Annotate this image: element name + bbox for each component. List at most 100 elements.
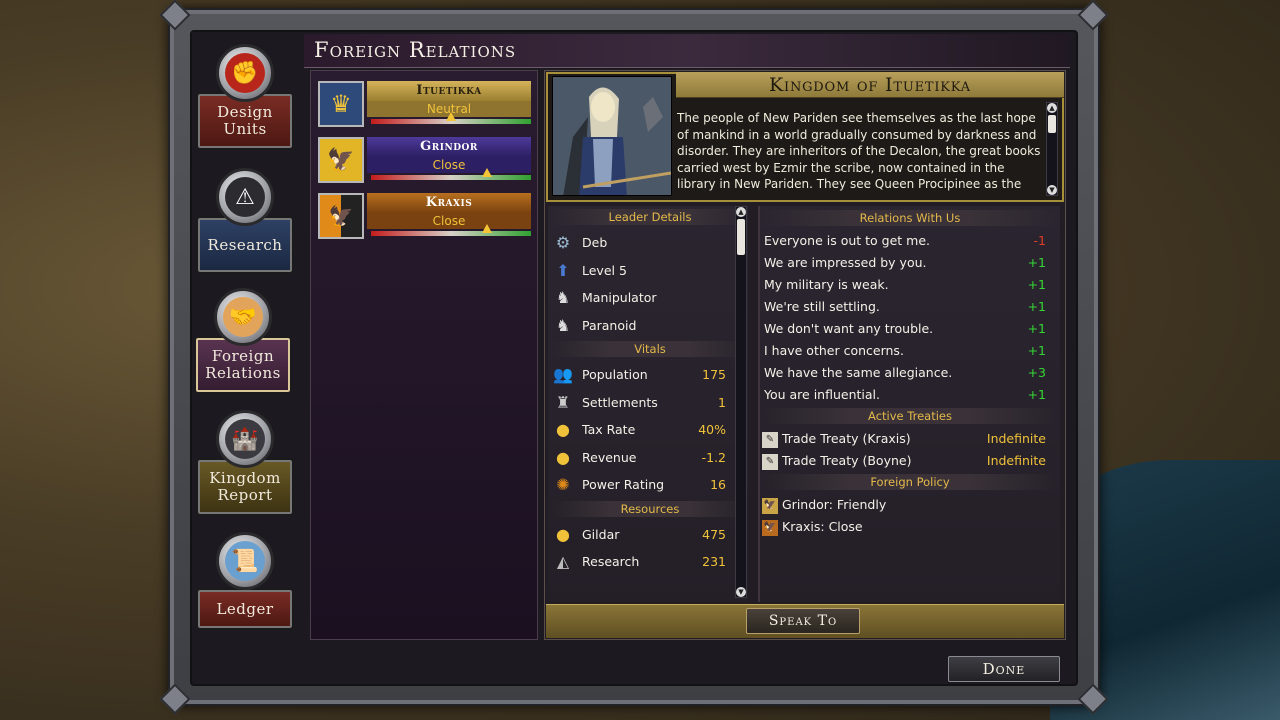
treaty-label: Trade Treaty (Kraxis) xyxy=(782,431,911,446)
trait-label: Paranoid xyxy=(582,318,637,333)
crown-icon: ♛ xyxy=(318,81,364,127)
leader-icon: ⚙ xyxy=(555,233,571,252)
kingdom-description: The people of New Pariden see themselves… xyxy=(677,111,1041,194)
relation-label: You are influential. xyxy=(764,387,880,402)
relation-bar xyxy=(371,224,531,236)
relation-value: +1 xyxy=(1027,255,1046,270)
relation-label: We're still settling. xyxy=(764,299,880,314)
scroll-up-icon[interactable]: ▲ xyxy=(1047,103,1057,113)
relation-bar xyxy=(371,168,531,180)
relation-label: Everyone is out to get me. xyxy=(764,233,931,248)
trait-icon: ♞ xyxy=(555,316,571,335)
relation-label: I have other concerns. xyxy=(764,343,904,358)
policy-row: 🦅 Grindor: Friendly xyxy=(762,494,1046,516)
nav-label: Design xyxy=(217,103,273,121)
kingdom-name: Kraxis xyxy=(367,193,531,213)
scroll-thumb[interactable] xyxy=(1048,115,1056,133)
trait-row: ♞ Manipulator xyxy=(552,286,728,310)
level-icon: ⬆ xyxy=(556,261,570,280)
treaty-row[interactable]: ✎ Trade Treaty (Boyne) Indefinite xyxy=(762,450,1046,472)
bird-icon: 🦅 xyxy=(318,137,364,183)
kingdom-entry-kraxis[interactable]: 🦅 Kraxis Close xyxy=(315,189,535,241)
kingdom-entry-ituetikka[interactable]: ♛ Ituetikka Neutral xyxy=(315,77,535,129)
castle-icon: 🏰 xyxy=(216,410,274,468)
nav-kingdom-report[interactable]: 🏰 Kingdom Report xyxy=(192,410,300,530)
policy-label: Grindor: Friendly xyxy=(782,497,887,512)
bird-icon: 🦅 xyxy=(318,193,364,239)
title-bar: Foreign Relations xyxy=(304,34,1070,68)
relation-marker xyxy=(482,168,492,177)
population-icon: 👥 xyxy=(553,365,573,384)
vital-value: 16 xyxy=(710,477,726,492)
resource-value: 231 xyxy=(702,554,726,569)
sun-icon: ✺ xyxy=(556,475,570,494)
relation-row: I have other concerns. +1 xyxy=(764,340,1046,362)
nav-label: Ledger xyxy=(216,599,274,618)
vitals-header: Vitals xyxy=(552,341,748,357)
vital-row: ♜ Settlements 1 xyxy=(552,391,726,415)
kingdom-entry-grindor[interactable]: 🦅 Grindor Close xyxy=(315,133,535,185)
ledger-button[interactable]: Ledger xyxy=(196,588,294,630)
handshake-icon: 🤝 xyxy=(214,288,272,346)
relation-row: You are influential. +1 xyxy=(764,384,1046,406)
relation-marker xyxy=(446,112,456,121)
relation-label: We don't want any trouble. xyxy=(764,321,934,336)
scroll-down-icon[interactable]: ▼ xyxy=(1047,185,1057,195)
bird-icon: 🦅 xyxy=(762,519,778,536)
speak-to-button[interactable]: Speak To xyxy=(746,608,860,634)
scroll-icon: ✎ xyxy=(762,453,778,470)
bird-icon: 🦅 xyxy=(762,497,778,514)
compass-icon: ⚠ xyxy=(216,168,274,226)
stats-scrollbar[interactable]: ▲ ▼ xyxy=(735,206,747,598)
nav-research[interactable]: ⚠ Research xyxy=(192,168,300,288)
vital-value: 40% xyxy=(698,422,726,437)
scroll-down-icon[interactable]: ▼ xyxy=(736,587,746,597)
nav-label: Units xyxy=(223,120,267,138)
scroll-icon: ✎ xyxy=(762,431,778,448)
nav-label: Foreign xyxy=(211,347,275,365)
description-scrollbar[interactable]: ▲ ▼ xyxy=(1046,102,1058,196)
treaty-row[interactable]: ✎ Trade Treaty (Kraxis) Indefinite xyxy=(762,428,1046,450)
treaty-duration: Indefinite xyxy=(986,453,1046,468)
policy-header: Foreign Policy xyxy=(762,474,1058,490)
nav-ledger[interactable]: 📜 Ledger xyxy=(192,532,300,652)
vital-label: Power Rating xyxy=(582,477,665,492)
leader-portrait xyxy=(552,76,672,196)
kingdom-list: ♛ Ituetikka Neutral 🦅 Grindor Close 🦅 Kr… xyxy=(310,70,538,640)
treaty-duration: Indefinite xyxy=(986,431,1046,446)
leader-name: Deb xyxy=(582,235,608,250)
page-title: Foreign Relations xyxy=(314,38,517,62)
nav-foreign-relations[interactable]: 🤝 Foreign Relations xyxy=(190,288,298,408)
kingdom-title: Kingdom of Ituetikka xyxy=(769,74,971,96)
relation-row: We are impressed by you. +1 xyxy=(764,252,1046,274)
done-button[interactable]: Done xyxy=(948,656,1060,682)
vital-label: Settlements xyxy=(582,395,658,410)
scroll-thumb[interactable] xyxy=(737,219,745,255)
trait-label: Manipulator xyxy=(582,290,657,305)
scroll-up-icon[interactable]: ▲ xyxy=(736,207,746,217)
relation-value: +3 xyxy=(1027,365,1046,380)
relation-row: My military is weak. +1 xyxy=(764,274,1046,296)
resource-row: ● Gildar 475 xyxy=(552,523,726,547)
trait-icon: ♞ xyxy=(555,288,571,307)
leader-details-header: Leader Details xyxy=(552,209,748,225)
relation-row: We have the same allegiance. +3 xyxy=(764,362,1046,384)
resources-header: Resources xyxy=(552,501,748,517)
leader-name-row: ⚙ Deb xyxy=(552,231,728,255)
relation-label: My military is weak. xyxy=(764,277,889,292)
leader-level: Level 5 xyxy=(582,263,627,278)
fist-icon: ✊ xyxy=(216,44,274,102)
vital-row: ✺ Power Rating 16 xyxy=(552,473,726,497)
research-icon: ◭ xyxy=(556,552,570,571)
nav-label: Report xyxy=(217,486,273,504)
relations-header: Relations With Us xyxy=(762,210,1058,226)
kingdom-name: Ituetikka xyxy=(367,81,531,101)
relation-value: -1 xyxy=(1033,233,1046,248)
vital-label: Tax Rate xyxy=(582,422,636,437)
side-nav: ✊ Design Units ⚠ Research 🤝 Foreign Relati… xyxy=(192,36,300,646)
kingdom-status: Close xyxy=(367,157,531,173)
nav-design-units[interactable]: ✊ Design Units xyxy=(192,44,300,164)
tower-icon: ♜ xyxy=(555,393,571,412)
resource-value: 475 xyxy=(702,527,726,542)
relation-row: Everyone is out to get me. -1 xyxy=(764,230,1046,252)
